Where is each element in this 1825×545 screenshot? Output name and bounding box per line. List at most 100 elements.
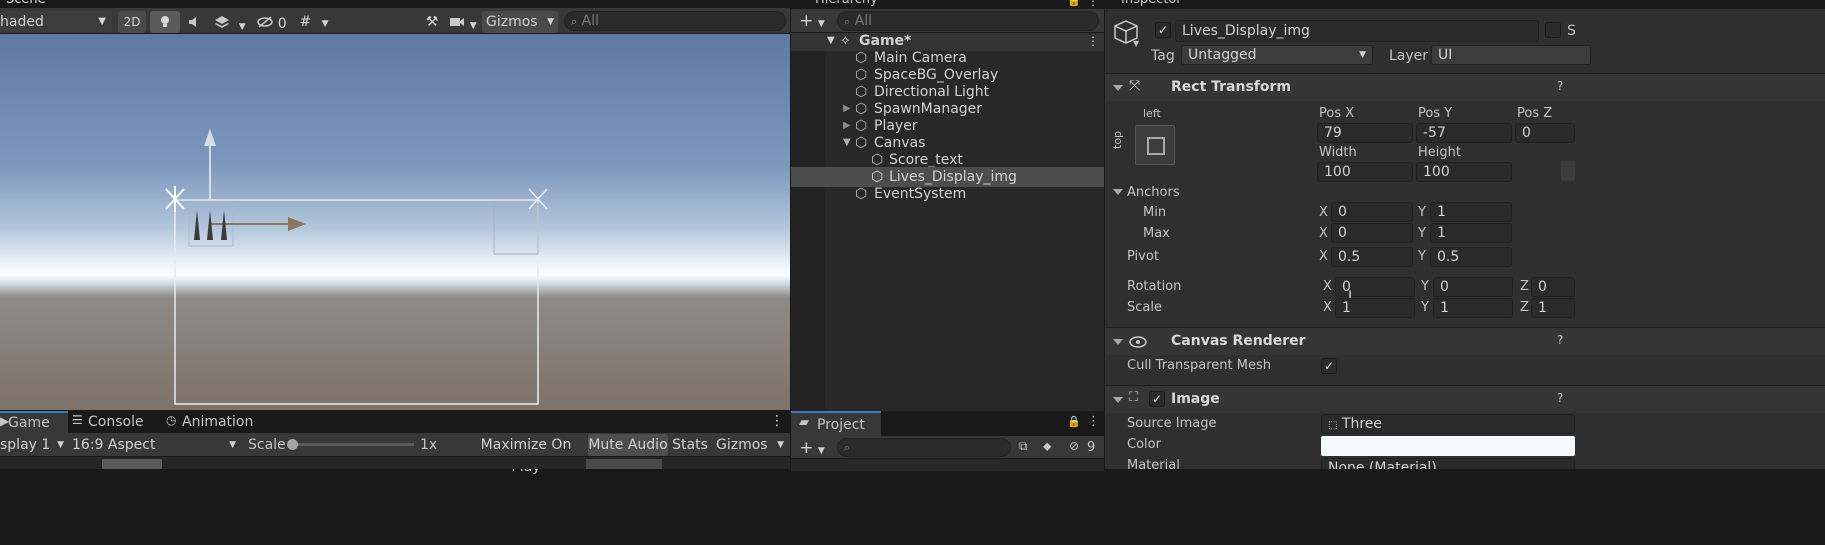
aspect-dropdown[interactable]: 16:9 Aspect ▼ [68, 434, 240, 456]
static-checkbox[interactable] [1545, 22, 1561, 38]
game-gizmos-dropdown[interactable]: Gizmos ▼ [712, 434, 788, 456]
rotation-y-field[interactable]: 0 [1433, 277, 1513, 297]
canvas-renderer-title: Canvas Renderer [1171, 333, 1306, 349]
color-swatch[interactable] [1321, 436, 1575, 456]
filter-type-icon[interactable]: ⧉ [1019, 439, 1028, 454]
material-label: Material [1127, 458, 1180, 469]
maximize-on-play-toggle[interactable]: Maximize On Play [466, 434, 586, 475]
chevron-down-icon: ▼ [547, 17, 554, 27]
more-options-icon[interactable]: ⋮ [1087, 414, 1100, 429]
hidden-eye-icon [257, 16, 274, 28]
blueprint-mode-button[interactable] [1561, 161, 1575, 181]
pivot-y-field[interactable]: 0.5 [1430, 247, 1512, 267]
collapse-arrow-icon[interactable] [1113, 85, 1123, 91]
effects-dropdown[interactable]: ▼ [208, 11, 252, 33]
object-name-field[interactable]: Lives_Display_img [1175, 20, 1539, 42]
tab-project-label: Project [817, 417, 865, 433]
camera-dropdown[interactable]: ▼ [446, 11, 480, 33]
pivot-x-field[interactable]: 0.5 [1331, 247, 1413, 267]
tab-game[interactable]: ▶ Game [0, 411, 68, 433]
2d-toggle-button[interactable]: 2D [118, 11, 146, 33]
chevron-down-icon: ▼ [229, 440, 236, 450]
lock-icon[interactable]: 🔒 [1067, 415, 1081, 428]
console-icon: ☰ [72, 413, 83, 427]
mute-audio-toggle[interactable]: Mute Audio [588, 434, 668, 456]
image-enabled-checkbox[interactable]: ✓ [1149, 391, 1165, 407]
speaker-icon [189, 17, 196, 27]
stats-toggle[interactable]: Stats [670, 434, 710, 456]
tab-console[interactable]: ☰ Console [70, 411, 160, 433]
project-create-button[interactable]: + ▼ [795, 437, 829, 459]
tab-animation-label: Animation [182, 414, 254, 430]
scale-y-field[interactable]: 1 [1433, 298, 1513, 318]
active-checkbox[interactable]: ✓ [1155, 22, 1171, 38]
anchor-min-x-field[interactable]: 0 [1331, 202, 1413, 222]
cull-transparent-mesh-checkbox[interactable]: ✓ [1321, 358, 1337, 374]
height-field[interactable]: 100 [1416, 162, 1512, 182]
eye-icon [1129, 336, 1147, 348]
material-field[interactable]: None (Material) [1321, 458, 1575, 469]
project-search-input[interactable]: ⌕ [837, 438, 1011, 457]
layer-dropdown[interactable]: UI [1431, 45, 1591, 65]
create-object-button[interactable]: + ▼ [795, 10, 829, 32]
grid-snapping-dropdown[interactable]: # ▼ [292, 11, 336, 33]
tab-project[interactable]: ▰ Project [791, 411, 881, 436]
pos-z-field[interactable]: 0 [1515, 123, 1575, 143]
rotation-z-field[interactable]: 0 [1531, 277, 1575, 297]
hierarchy-search-input[interactable]: ⌕ All [837, 11, 1099, 31]
more-options-icon[interactable]: ⋮ [1087, 0, 1099, 8]
scale-slider-thumb[interactable] [287, 439, 298, 450]
anchor-presets-button[interactable] [1135, 125, 1175, 165]
lock-icon[interactable]: 🔒 [1067, 0, 1081, 7]
scale-x-field[interactable]: 1 [1335, 298, 1415, 318]
hierarchy-item[interactable]: ⬡ EventSystem [791, 184, 1104, 204]
scale-label: Scale [248, 437, 286, 453]
filter-label-icon[interactable]: ⬥ [1043, 439, 1051, 454]
source-image-field[interactable]: ⬚ Three [1321, 414, 1575, 434]
scene-gizmos-dropdown[interactable]: Gizmos ▼ [482, 11, 558, 33]
anchor-max-y-field[interactable]: 1 [1430, 223, 1512, 243]
pos-y-field[interactable]: -57 [1416, 123, 1512, 143]
rotation-x-field[interactable]: 0 [1335, 277, 1415, 297]
help-icon[interactable]: ? [1557, 79, 1563, 93]
collapse-arrow-icon[interactable] [1113, 339, 1123, 345]
display-label: splay 1 [0, 437, 51, 453]
tag-dropdown[interactable]: Untagged ▼ [1181, 45, 1373, 65]
width-field[interactable]: 100 [1317, 162, 1413, 182]
collapse-arrow-icon[interactable] [1113, 397, 1123, 403]
scene-viewport[interactable] [0, 34, 790, 410]
canvas-renderer-header[interactable]: Canvas Renderer ? [1105, 327, 1825, 355]
canvas-bounds [174, 199, 539, 405]
scale-slider-track[interactable] [287, 439, 414, 450]
display-dropdown[interactable]: splay 1 ▼ [0, 434, 66, 456]
lighting-toggle-button[interactable] [150, 11, 180, 33]
scene-search-input[interactable]: ⌕ All [564, 11, 786, 31]
game-viewport[interactable] [0, 457, 790, 469]
pos-x-field[interactable]: 79 [1317, 123, 1413, 143]
shading-mode-dropdown[interactable]: haded ▼ [0, 11, 112, 33]
hidden-packages-icon[interactable]: ⊘ [1069, 439, 1079, 453]
help-icon[interactable]: ? [1557, 333, 1563, 347]
inspector-tab[interactable]: Inspector [1121, 0, 1182, 9]
y-axis-label: Y [1418, 226, 1426, 241]
anchors-expand-arrow-icon[interactable] [1113, 189, 1123, 195]
rect-transform-header[interactable]: ⤧ Rect Transform ? [1105, 73, 1825, 101]
anchor-max-x-field[interactable]: 0 [1331, 223, 1413, 243]
hidden-objects-toggle[interactable]: 0 [254, 11, 290, 33]
image-header[interactable]: ⛶ ✓ Image ? [1105, 385, 1825, 413]
tab-animation[interactable]: ◷ Animation [164, 411, 264, 433]
scale-z-field[interactable]: 1 [1531, 298, 1575, 318]
chevron-down-icon[interactable]: ▼ [1133, 39, 1139, 48]
hierarchy-tab[interactable]: Hierarchy [815, 0, 878, 9]
pos-z-label: Pos Z [1517, 106, 1553, 121]
anchor-min-y-field[interactable]: 1 [1430, 202, 1512, 222]
more-options-icon[interactable]: ⋮ [770, 413, 784, 429]
light-bulb-icon [161, 16, 169, 27]
inspector-tab-strip: Inspector [1105, 0, 1825, 9]
help-icon[interactable]: ? [1557, 391, 1563, 405]
source-image-label: Source Image [1127, 416, 1217, 431]
tools-button[interactable]: ⚒ [420, 11, 444, 33]
score-rect [493, 203, 539, 255]
tag-value: Untagged [1188, 47, 1257, 63]
audio-toggle-button[interactable] [182, 11, 206, 33]
